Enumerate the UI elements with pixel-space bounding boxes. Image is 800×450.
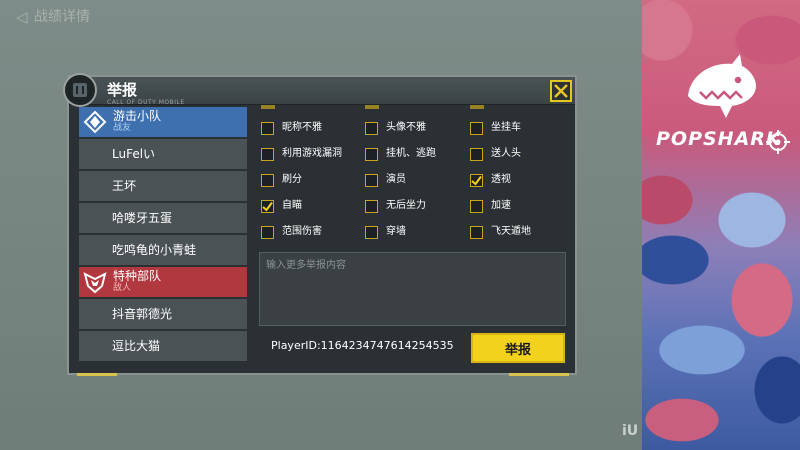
checkbox[interactable] <box>261 147 274 161</box>
report-reason-grid[interactable]: 昵称不雅 头像不雅 坐挂车 利用游戏漏洞 挂机、逃跑 送人头 刷分 演员 透视 … <box>259 105 569 245</box>
camo-side-panel: POPSHARK <box>642 0 800 450</box>
accent-bar <box>509 373 569 376</box>
team-header-ally[interactable]: 游击小队 战友 <box>79 107 247 137</box>
player-row[interactable]: 哈喽牙五蛋 <box>79 203 247 233</box>
reason-label: 无后坐力 <box>386 200 426 211</box>
reason-option[interactable]: 挂机、逃跑 <box>365 145 436 163</box>
reason-option[interactable]: 刷分 <box>261 171 302 189</box>
page-title: 战绩详情 <box>34 9 90 25</box>
reason-option[interactable]: 穿墙 <box>365 223 406 241</box>
reason-label: 穿墙 <box>386 226 406 237</box>
report-details-input[interactable]: 输入更多举报内容 <box>259 252 566 326</box>
reason-label: 演员 <box>386 174 406 185</box>
crosshair-icon <box>766 130 790 154</box>
team-player-list[interactable]: 游击小队 战友 LuFelい 王坏 哈喽牙五蛋 吃鸣龟的小青蛙 特种部队 敌人 … <box>79 107 247 365</box>
reason-label: 挂机、逃跑 <box>386 148 436 159</box>
watermark-icon: iU <box>622 423 639 439</box>
reason-label: 利用游戏漏洞 <box>282 148 342 159</box>
checkbox-peek <box>470 105 484 109</box>
shark-logo-icon <box>688 54 756 118</box>
check-icon <box>262 201 273 211</box>
reason-label: 刷分 <box>282 174 302 185</box>
checkbox[interactable] <box>365 199 378 213</box>
checkbox[interactable] <box>261 121 274 135</box>
reason-label: 飞天遁地 <box>491 226 531 237</box>
top-bar: ◁ 战绩详情 <box>0 0 642 34</box>
reason-option[interactable]: 头像不雅 <box>365 119 426 137</box>
team-name: 特种部队 <box>113 269 162 283</box>
reason-option[interactable]: 加速 <box>470 197 511 215</box>
checkbox[interactable] <box>470 225 483 239</box>
team-header-enemy[interactable]: 特种部队 敌人 <box>79 267 247 297</box>
reason-option[interactable]: 自瞄 <box>261 197 302 215</box>
checkbox[interactable] <box>470 199 483 213</box>
team-name: 游击小队 <box>113 109 162 123</box>
close-button[interactable] <box>550 80 572 102</box>
checkbox[interactable] <box>470 173 483 187</box>
player-row[interactable]: 王坏 <box>79 171 247 201</box>
player-row[interactable]: 逗比大猫 <box>79 331 247 361</box>
team-tag: 敌人 <box>113 283 132 293</box>
reason-option[interactable]: 送人头 <box>470 145 521 163</box>
player-row[interactable]: LuFelい <box>79 139 247 169</box>
reason-option[interactable]: 透视 <box>470 171 511 189</box>
reason-option[interactable]: 坐挂车 <box>470 119 521 137</box>
back-arrow-icon[interactable]: ◁ <box>16 8 28 26</box>
brand-name: POPSHARK <box>656 128 782 150</box>
reason-option[interactable]: 范围伤害 <box>261 223 322 241</box>
checkbox-peek <box>365 105 379 109</box>
reason-label: 自瞄 <box>282 200 302 211</box>
report-details-placeholder: 输入更多举报内容 <box>266 260 346 271</box>
report-dialog: 举报 CALL OF DUTY MOBILE 游击小队 战友 LuFelい 王坏… <box>63 73 577 376</box>
reason-option[interactable]: 无后坐力 <box>365 197 426 215</box>
checkbox-peek <box>261 105 275 109</box>
enemy-emblem-icon <box>83 272 107 294</box>
codm-logo-icon <box>63 73 97 107</box>
report-button[interactable]: 举报 <box>471 333 565 363</box>
reason-label: 昵称不雅 <box>282 122 322 133</box>
accent-bar <box>77 373 117 376</box>
checkbox[interactable] <box>365 173 378 187</box>
checkbox[interactable] <box>261 173 274 187</box>
team-tag: 战友 <box>113 123 132 133</box>
reason-label: 透视 <box>491 174 511 185</box>
reason-option[interactable]: 利用游戏漏洞 <box>261 145 342 163</box>
reason-option[interactable]: 昵称不雅 <box>261 119 322 137</box>
checkbox[interactable] <box>470 147 483 161</box>
checkbox[interactable] <box>365 225 378 239</box>
checkbox[interactable] <box>365 147 378 161</box>
ally-emblem-icon <box>83 110 107 134</box>
player-row[interactable]: 抖音郭德光 <box>79 299 247 329</box>
reason-label: 加速 <box>491 200 511 211</box>
reason-label: 送人头 <box>491 148 521 159</box>
player-row[interactable]: 吃鸣龟的小青蛙 <box>79 235 247 265</box>
checkbox[interactable] <box>365 121 378 135</box>
dialog-subtitle: CALL OF DUTY MOBILE <box>107 99 185 106</box>
checkbox[interactable] <box>261 199 274 213</box>
reason-label: 头像不雅 <box>386 122 426 133</box>
checkbox[interactable] <box>261 225 274 239</box>
reason-label: 坐挂车 <box>491 122 521 133</box>
dialog-header: 举报 CALL OF DUTY MOBILE <box>63 73 575 107</box>
close-icon <box>554 84 568 98</box>
reason-option[interactable]: 飞天遁地 <box>470 223 531 241</box>
checkbox[interactable] <box>470 121 483 135</box>
check-icon <box>471 175 482 185</box>
reason-label: 范围伤害 <box>282 226 322 237</box>
reason-option[interactable]: 演员 <box>365 171 406 189</box>
dialog-title: 举报 <box>107 81 138 99</box>
player-id: PlayerID:1164234747614254535 <box>271 339 454 352</box>
